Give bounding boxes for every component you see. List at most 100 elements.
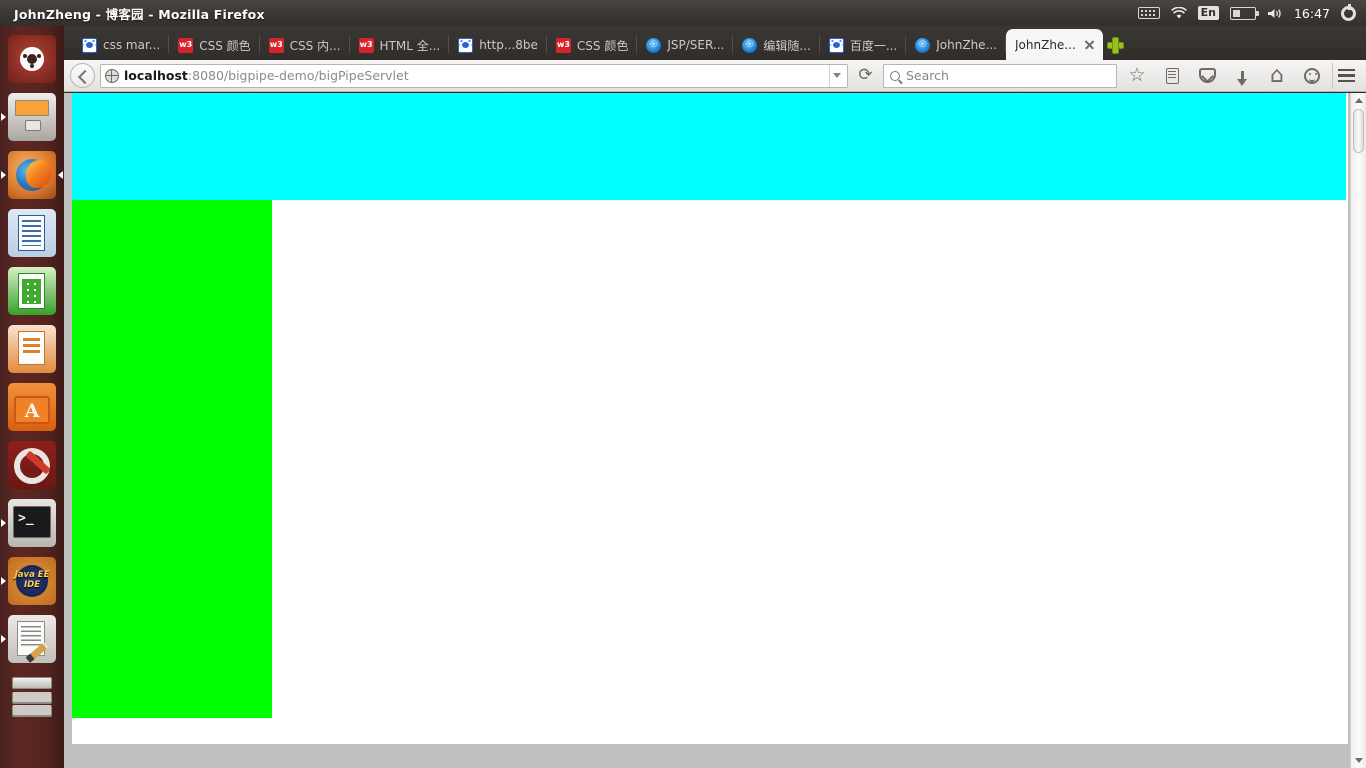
url-path: :8080/bigpipe-demo/bigPipeServlet [187, 68, 409, 83]
session-menu[interactable] [1341, 3, 1356, 21]
browser-tab[interactable]: ☉ JSP/SER... [637, 30, 734, 60]
launcher-item-text-editor[interactable] [0, 610, 64, 668]
running-indicator-icon [1, 577, 6, 585]
pocket-button[interactable] [1192, 63, 1222, 89]
star-icon [1128, 66, 1145, 85]
w3schools-favicon-icon: w3 [178, 37, 194, 53]
eclipse-icon-label: Java EE IDE [14, 570, 50, 590]
launcher-item-libreoffice-writer[interactable] [0, 204, 64, 262]
home-icon [1270, 65, 1284, 87]
w3schools-favicon-icon: w3 [555, 37, 571, 53]
baidu-favicon-icon [82, 37, 97, 53]
cnblogs-favicon-icon: ☉ [915, 37, 931, 53]
search-bar[interactable]: Search [883, 63, 1117, 88]
terminal-icon [8, 499, 56, 547]
url-host: localhost [124, 68, 188, 83]
baidu-favicon-icon [458, 37, 474, 53]
bookmark-button[interactable] [1122, 63, 1152, 89]
page-viewport [64, 93, 1366, 768]
library-icon [1165, 67, 1179, 84]
navigation-toolbar: localhost:8080/bigpipe-demo/bigPipeServl… [64, 60, 1366, 92]
tab-label: css mar... [103, 38, 161, 52]
volume-indicator[interactable] [1267, 7, 1283, 20]
system-tray: En 16:47 [1137, 3, 1366, 21]
back-button[interactable] [70, 63, 95, 88]
globe-icon [105, 68, 119, 83]
browser-tab[interactable]: w3 CSS 颜色 [547, 30, 638, 60]
scrollbar-thumb[interactable] [1353, 109, 1364, 153]
close-icon[interactable] [1082, 37, 1097, 52]
keyboard-icon [1137, 7, 1160, 19]
battery-icon [1229, 6, 1259, 20]
launcher-item-firefox[interactable] [0, 146, 64, 204]
page-header-block [72, 93, 1346, 200]
launcher-item-software-center[interactable] [0, 378, 64, 436]
pocket-icon [1198, 68, 1216, 83]
battery-indicator[interactable] [1229, 6, 1259, 20]
tab-label: JohnZhe... [936, 38, 998, 52]
launcher-item-files[interactable] [0, 88, 64, 146]
browser-tab[interactable]: css mar... [73, 30, 170, 60]
wifi-indicator[interactable] [1170, 6, 1187, 20]
eclipse-icon: Java EE IDE [8, 557, 56, 605]
downloads-button[interactable] [1227, 63, 1257, 89]
w3schools-favicon-icon: w3 [358, 37, 374, 53]
impress-icon [8, 325, 56, 373]
tab-label: HTML 全... [379, 38, 441, 53]
menu-button[interactable] [1332, 62, 1360, 89]
input-language-label: En [1197, 6, 1219, 20]
launcher-item-trash[interactable] [0, 668, 64, 726]
clock[interactable]: 16:47 [1294, 6, 1330, 21]
new-tab-button[interactable] [1103, 30, 1129, 60]
search-placeholder: Search [906, 68, 949, 83]
browser-tab[interactable]: ☉ 编辑随... [733, 30, 821, 60]
firefox-icon [8, 151, 56, 199]
software-center-icon [8, 383, 56, 431]
wifi-icon [1170, 6, 1187, 18]
running-indicator-icon [1, 635, 6, 643]
w3schools-favicon-icon: w3 [268, 37, 284, 53]
scroll-down-icon[interactable] [1351, 753, 1366, 768]
launcher-item-ubuntu-dash[interactable] [0, 30, 64, 88]
browser-tab[interactable]: w3 CSS 颜色 [169, 30, 261, 60]
url-text: localhost:8080/bigpipe-demo/bigPipeServl… [124, 68, 824, 83]
cnblogs-favicon-icon: ☉ [646, 37, 662, 53]
tab-label: JSP/SER... [667, 38, 725, 52]
reload-button[interactable] [853, 64, 878, 88]
browser-tab[interactable]: ☉ JohnZhe... [906, 30, 1006, 60]
tab-label: CSS 颜色 [576, 38, 629, 53]
cnblogs-favicon-icon: ☉ [742, 37, 758, 53]
browser-tab[interactable]: 百度一... [820, 30, 907, 60]
launcher-item-terminal[interactable] [0, 494, 64, 552]
browser-tab[interactable]: w3 CSS 内... [260, 30, 350, 60]
running-indicator-icon [1, 519, 6, 527]
unity-launcher: Java EE IDE [0, 26, 64, 768]
keyboard-indicator[interactable] [1137, 7, 1160, 19]
vertical-scrollbar[interactable] [1350, 93, 1366, 768]
launcher-item-system-settings[interactable] [0, 436, 64, 494]
input-language-indicator[interactable]: En [1197, 6, 1219, 20]
chevron-down-icon[interactable] [829, 64, 843, 87]
library-button[interactable] [1157, 63, 1187, 89]
gear-icon [1341, 3, 1356, 21]
hamburger-icon [1338, 67, 1355, 84]
smiley-icon [1304, 67, 1320, 84]
calc-icon [8, 267, 56, 315]
running-indicator-icon [1, 171, 6, 179]
page-sidebar-block [72, 200, 272, 718]
unity-top-panel: JohnZheng - 博客园 - Mozilla Firefox En 16:… [0, 0, 1366, 26]
launcher-item-libreoffice-calc[interactable] [0, 262, 64, 320]
launcher-item-libreoffice-impress[interactable] [0, 320, 64, 378]
tab-bar: css mar... w3 CSS 颜色 w3 CSS 内... w3 HTML… [64, 26, 1366, 60]
launcher-item-eclipse[interactable]: Java EE IDE [0, 552, 64, 610]
files-icon [8, 93, 56, 141]
browser-tab-active[interactable]: JohnZhe... [1006, 29, 1103, 60]
tab-label: http...8be [479, 38, 538, 52]
url-bar[interactable]: localhost:8080/bigpipe-demo/bigPipeServl… [100, 63, 848, 88]
home-button[interactable] [1262, 63, 1292, 89]
browser-tab[interactable]: w3 HTML 全... [350, 30, 450, 60]
browser-tab[interactable]: http...8be [449, 30, 547, 60]
scroll-up-icon[interactable] [1351, 93, 1366, 108]
settings-icon [8, 441, 56, 489]
sync-button[interactable] [1297, 63, 1327, 89]
